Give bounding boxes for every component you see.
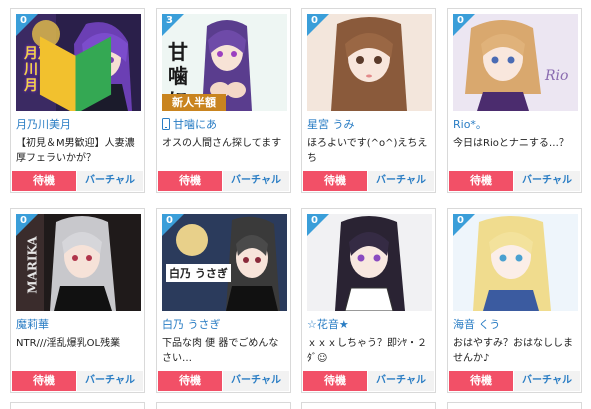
performer-name[interactable]: 甘噛にあ: [162, 118, 288, 132]
thumbnail-caption: Rio: [545, 68, 569, 84]
performer-thumbnail[interactable]: 3 甘噛 にあ 新人半額: [162, 14, 287, 111]
status-waiting-button[interactable]: 待機: [303, 371, 367, 391]
performer-message: 【初見＆M男歓迎】人妻濃厚フェラいかが？: [16, 138, 135, 164]
beginner-leaf-icon: [39, 36, 112, 111]
viewer-count: 0: [20, 215, 27, 226]
virtual-type-label[interactable]: バーチャル: [223, 371, 289, 391]
new-member-discount-badge: 新人半額: [162, 94, 226, 111]
viewer-count: 0: [311, 215, 318, 226]
virtual-type-label[interactable]: バーチャル: [223, 171, 289, 191]
performer-card[interactable]: 0 MARIKA 魔莉華 NTR///淫乱爆乳OL残業 待機 バーチャル: [10, 208, 145, 393]
performer-thumbnail[interactable]: 0: [453, 214, 578, 311]
performer-card[interactable]: 0 星宮 うみ ほろよいです(^o^)えちえち 待機 バーチャル: [301, 8, 436, 193]
viewer-count: 0: [166, 215, 173, 226]
performer-card-partial[interactable]: [156, 402, 291, 409]
performer-message: オスの人間さん探してます: [162, 138, 282, 149]
smartphone-icon: [162, 118, 170, 130]
performer-grid: 0 月乃川 美月 月乃川美月 【初見＆M男歓迎】人妻濃厚フェラいかが？ 待機 バ…: [0, 0, 591, 409]
viewer-count: 0: [457, 215, 464, 226]
performer-thumbnail[interactable]: 0 MARIKA: [16, 214, 141, 311]
viewer-count: 3: [166, 15, 173, 26]
performer-message: 今日はRioとナニする…？: [453, 138, 569, 149]
performer-message: ほろよいです(^o^)えちえち: [307, 138, 428, 164]
performer-name-text: 甘噛にあ: [173, 118, 217, 131]
performer-card[interactable]: 0 月乃川 美月 月乃川美月 【初見＆M男歓迎】人妻濃厚フェラいかが？ 待機 バ…: [10, 8, 145, 193]
performer-card[interactable]: 0 白乃 うさぎ 白乃 うさぎ 下品な肉 便 器でごめんなさい… 待機 バーチャ…: [156, 208, 291, 393]
performer-card[interactable]: 3 甘噛 にあ 新人半額 甘噛にあ オスの人間さん探してます 待機 バーチャル: [156, 8, 291, 193]
performer-card[interactable]: 0 海音 くう おはやすみ？おはなししませんか♪ 待機 バーチャル: [447, 208, 582, 393]
performer-name[interactable]: ☆花音★: [307, 318, 433, 332]
virtual-type-label[interactable]: バーチャル: [368, 371, 434, 391]
virtual-type-label[interactable]: バーチャル: [368, 171, 434, 191]
status-waiting-button[interactable]: 待機: [449, 371, 513, 391]
performer-thumbnail[interactable]: 0: [307, 14, 432, 111]
status-waiting-button[interactable]: 待機: [12, 371, 76, 391]
performer-thumbnail[interactable]: 0 月乃川 美月: [16, 14, 141, 111]
performer-card-partial[interactable]: [10, 402, 145, 409]
performer-card[interactable]: 0 ☆花音★ ｘｘｘしちゃう？即ｼﾔ・２ﾀﾞ☺ 待機 バーチャル: [301, 208, 436, 393]
viewer-count: 0: [457, 15, 464, 26]
performer-name[interactable]: 白乃 うさぎ: [162, 318, 288, 332]
performer-name[interactable]: 月乃川美月: [16, 118, 142, 132]
performer-name[interactable]: 星宮 うみ: [307, 118, 433, 132]
viewer-count: 0: [311, 15, 318, 26]
performer-message: NTR///淫乱爆乳OL残業: [16, 338, 121, 349]
status-waiting-button[interactable]: 待機: [158, 171, 222, 191]
status-waiting-button[interactable]: 待機: [303, 171, 367, 191]
thumbnail-caption: MARIKA: [25, 236, 40, 294]
virtual-type-label[interactable]: バーチャル: [514, 171, 580, 191]
status-waiting-button[interactable]: 待機: [449, 171, 513, 191]
performer-message: ｘｘｘしちゃう？即ｼﾔ・２ﾀﾞ☺: [307, 338, 427, 364]
status-waiting-button[interactable]: 待機: [12, 171, 76, 191]
performer-card[interactable]: 0 Rio Rio*。 今日はRioとナニする…？ 待機 バーチャル: [447, 8, 582, 193]
performer-message: 下品な肉 便 器でごめんなさい…: [162, 338, 279, 364]
thumbnail-caption: 白乃 うさぎ: [166, 264, 231, 282]
performer-message: おはやすみ？おはなししませんか♪: [453, 338, 573, 364]
performer-name[interactable]: Rio*。: [453, 118, 579, 132]
performer-thumbnail[interactable]: 0 Rio: [453, 14, 578, 111]
performer-name[interactable]: 魔莉華: [16, 318, 142, 332]
performer-card-partial[interactable]: [447, 402, 582, 409]
virtual-type-label[interactable]: バーチャル: [77, 371, 143, 391]
virtual-type-label[interactable]: バーチャル: [514, 371, 580, 391]
performer-thumbnail[interactable]: 0 白乃 うさぎ: [162, 214, 287, 311]
virtual-type-label[interactable]: バーチャル: [77, 171, 143, 191]
performer-thumbnail[interactable]: 0: [307, 214, 432, 311]
status-waiting-button[interactable]: 待機: [158, 371, 222, 391]
performer-card-partial[interactable]: [301, 402, 436, 409]
performer-name[interactable]: 海音 くう: [453, 318, 579, 332]
